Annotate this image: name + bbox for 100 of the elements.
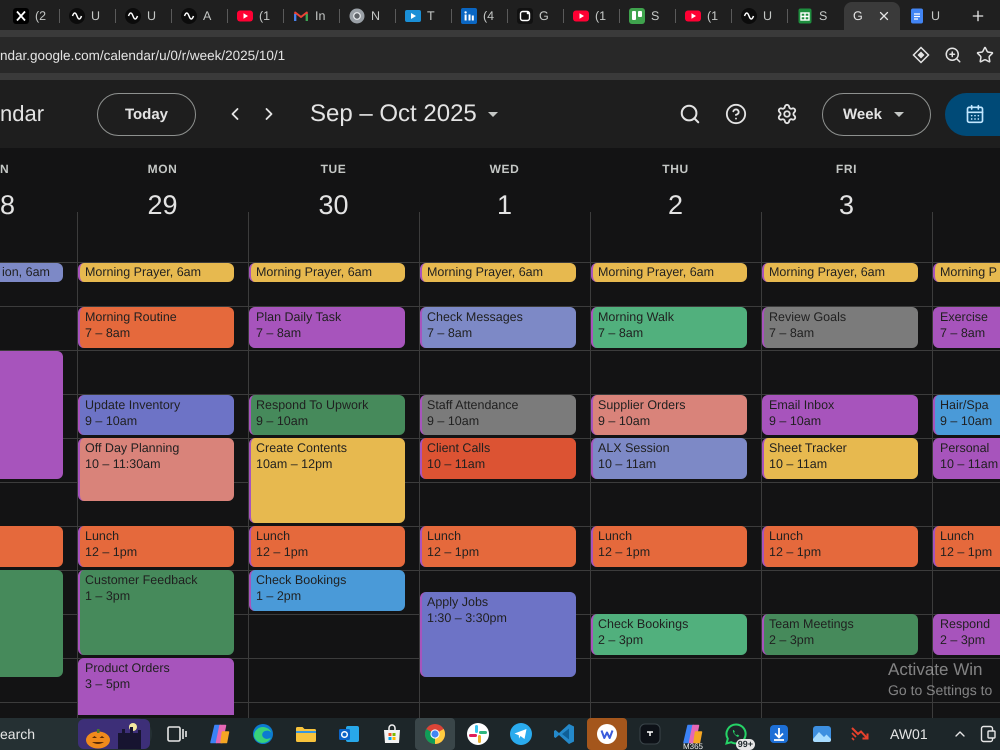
calendar-event[interactable]: Product Orders 3 – 5pm bbox=[78, 658, 234, 716]
calendar-event[interactable]: Check Bookings 1 – 2pm bbox=[249, 570, 405, 611]
calendar-event[interactable]: Respond To Upwork 9 – 10am bbox=[249, 394, 405, 436]
event-time: 9 – 10am bbox=[256, 412, 308, 428]
date-range-button[interactable]: Sep – Oct 2025 bbox=[310, 100, 498, 128]
calendar-event[interactable]: Check Messages 7 – 8am bbox=[420, 306, 576, 348]
browser-tab[interactable]: (1 bbox=[564, 2, 620, 30]
calendar-event[interactable]: Morning Prayer, 6am bbox=[78, 262, 234, 282]
taskbar-app-button[interactable]: 99+ bbox=[716, 718, 756, 750]
browser-tab[interactable]: S bbox=[788, 2, 844, 30]
day-date[interactable]: 29 bbox=[147, 189, 178, 221]
event-title: Lunch bbox=[256, 528, 290, 544]
calendar-event[interactable]: Off Day Planning 10 – 11:30am bbox=[78, 438, 234, 502]
today-button[interactable]: Today bbox=[97, 92, 196, 136]
paper-plane-icon[interactable] bbox=[509, 722, 533, 746]
diamond-icon[interactable] bbox=[912, 46, 930, 64]
view-button[interactable]: Week bbox=[822, 92, 931, 136]
calendar-event[interactable]: Create Contents 10am – 12pm bbox=[249, 438, 405, 524]
browser-tab[interactable]: (1 bbox=[228, 2, 284, 30]
calendar-event[interactable]: Lunch 12 – 1pm bbox=[78, 526, 234, 567]
calendar-event[interactable]: Morning Prayer, 6am bbox=[762, 262, 918, 282]
event-time: 9 – 10am bbox=[598, 412, 650, 428]
calendar-event[interactable]: Supplier Orders 9 – 10am bbox=[591, 394, 747, 436]
calendar-event[interactable]: Personal 10 – 11am bbox=[933, 438, 1000, 480]
close-icon[interactable] bbox=[877, 9, 891, 23]
taskbar-app-button[interactable] bbox=[415, 718, 455, 750]
calendar-event[interactable]: Morning Prayer, 6am bbox=[420, 262, 576, 282]
calendar-event[interactable]: Email Inbox 9 – 10am bbox=[762, 394, 918, 436]
calendar-event[interactable]: Lunch 12 – 1pm bbox=[249, 526, 405, 567]
day-date[interactable]: 1 bbox=[496, 189, 512, 221]
calendar-event[interactable]: Team Meetings 2 – 3pm bbox=[762, 614, 918, 655]
hash-logo-icon[interactable] bbox=[466, 722, 490, 746]
calendar-event[interactable]: Review Goals 7 – 8am bbox=[762, 306, 918, 348]
search-icon[interactable] bbox=[679, 103, 701, 125]
taskbar-app-button[interactable]: M365 bbox=[673, 718, 713, 750]
browser-tab[interactable]: S bbox=[620, 2, 676, 30]
wave-logo-icon[interactable] bbox=[251, 722, 275, 746]
ribbon-logo-icon[interactable] bbox=[208, 722, 232, 746]
browser-tab[interactable]: G bbox=[844, 2, 900, 30]
calendar-event[interactable]: Sheet Tracker 10 – 11am bbox=[762, 438, 918, 480]
zigzag-logo-icon[interactable] bbox=[595, 722, 619, 746]
tray-label[interactable]: AW01 bbox=[890, 726, 928, 742]
calendar-event[interactable]: Exercise 7 – 8am bbox=[933, 306, 1000, 348]
calendar-event[interactable]: ion, 6am bbox=[0, 262, 63, 282]
calendar-event[interactable]: Apply Jobs 1:30 – 3:30pm bbox=[420, 592, 576, 677]
calendar-event[interactable]: Morning Routine 7 – 8am bbox=[78, 306, 234, 348]
calendar-event[interactable]: Plan Daily Task 7 – 8am bbox=[249, 306, 405, 348]
browser-tab[interactable]: T bbox=[396, 2, 452, 30]
calendar-event[interactable]: Hair/Spa 9 – 10am bbox=[933, 394, 1000, 436]
square-app-icon[interactable] bbox=[638, 722, 662, 746]
calendar-event[interactable]: Lunch 12 – 1pm bbox=[420, 526, 576, 567]
settings-icon[interactable] bbox=[776, 103, 798, 125]
calendar-event[interactable]: Lunch 12 – 1pm bbox=[762, 526, 918, 567]
calendar-event[interactable]: Customer Feedback 1 – 3pm bbox=[78, 570, 234, 655]
calendar-event[interactable]: Morning Prayer, 6am bbox=[591, 262, 747, 282]
day-date[interactable]: 8 bbox=[0, 189, 16, 221]
calendar-event[interactable]: Lunch 12 – 1pm bbox=[933, 526, 1000, 567]
browser-tab[interactable]: In bbox=[284, 2, 340, 30]
browser-tab[interactable]: (2 bbox=[4, 2, 60, 30]
zoom-in-icon[interactable] bbox=[944, 46, 962, 64]
plus-icon[interactable] bbox=[970, 8, 986, 24]
browser-tab[interactable]: U bbox=[900, 2, 956, 30]
browser-tab[interactable]: (1 bbox=[676, 2, 732, 30]
device-icon[interactable] bbox=[980, 725, 996, 743]
day-date[interactable]: 2 bbox=[668, 189, 684, 221]
browser-tab[interactable]: A bbox=[172, 2, 228, 30]
browser-tab[interactable]: N bbox=[340, 2, 396, 30]
event-title: Hair/Spa bbox=[940, 396, 989, 412]
event-title: Morning P bbox=[940, 264, 997, 281]
day-date[interactable]: 3 bbox=[838, 189, 854, 221]
event-title: Respond bbox=[940, 616, 990, 632]
calendar-event[interactable]: Staff Attendance 9 – 10am bbox=[420, 394, 576, 436]
calendar-event[interactable]: Morning P bbox=[933, 262, 1000, 282]
calendar-view-button[interactable] bbox=[945, 92, 1000, 136]
x-mark-icon bbox=[13, 8, 29, 24]
calendar-event[interactable]: Update Inventory 9 – 10am bbox=[78, 394, 234, 436]
event-time: 1 – 3pm bbox=[85, 588, 130, 604]
event-title: Lunch bbox=[85, 528, 120, 544]
segmented-circle-icon[interactable] bbox=[423, 722, 447, 746]
calendar-event[interactable]: Check Bookings 2 – 3pm bbox=[591, 614, 747, 655]
browser-tab[interactable]: U bbox=[732, 2, 788, 30]
calendar-event[interactable]: Lunch 12 – 1pm bbox=[591, 526, 747, 567]
pumpkin-castle-icon[interactable] bbox=[78, 719, 150, 749]
browser-tab[interactable]: G bbox=[508, 2, 564, 30]
event-time: 10 – 11:30am bbox=[85, 456, 161, 472]
calendar-event[interactable]: Respond 2 – 3pm bbox=[933, 614, 1000, 655]
event-title: Supplier Orders bbox=[598, 396, 686, 412]
browser-tab[interactable]: (4 bbox=[452, 2, 508, 30]
download-icon[interactable] bbox=[767, 722, 791, 746]
address-bar[interactable]: ndar.google.com/calendar/u/0/r/week/2025/10/1 bbox=[0, 37, 1000, 73]
help-icon[interactable] bbox=[725, 103, 747, 125]
browser-tab[interactable]: U bbox=[60, 2, 116, 30]
calendar-event[interactable]: Morning Prayer, 6am bbox=[249, 262, 405, 282]
star-icon[interactable] bbox=[976, 46, 994, 64]
calendar-event[interactable]: ALX Session 10 – 11am bbox=[591, 438, 747, 480]
angle-logo-icon[interactable] bbox=[552, 722, 576, 746]
calendar-event[interactable]: Morning Walk 7 – 8am bbox=[591, 306, 747, 348]
day-date[interactable]: 30 bbox=[318, 189, 349, 221]
browser-tab[interactable]: U bbox=[116, 2, 172, 30]
calendar-event[interactable]: Client Calls 10 – 11am bbox=[420, 438, 576, 480]
